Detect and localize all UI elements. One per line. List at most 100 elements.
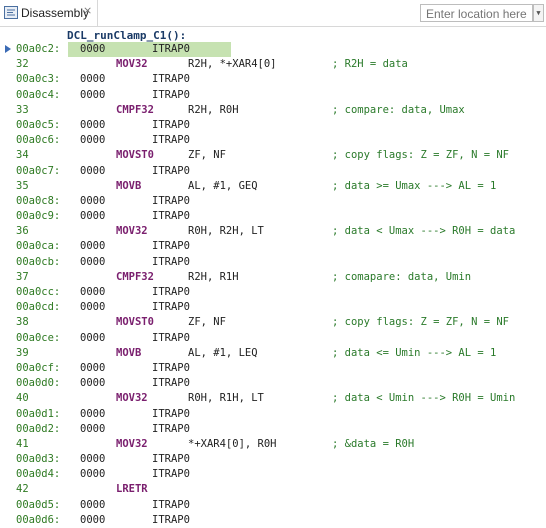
instruction-text: ITRAP0 xyxy=(152,134,190,147)
source-line-number: 33 xyxy=(16,103,29,116)
opcode-value: 0000 xyxy=(80,513,106,526)
operands-text: R2H, R0H xyxy=(188,103,239,116)
mnemonic-text: MOV32 xyxy=(116,437,148,450)
operands-text: AL, #1, GEQ xyxy=(188,179,258,192)
source-line-number: 37 xyxy=(16,270,29,283)
source-line-row[interactable]: 41 MOV32 *+XAR4[0], R0H ; &data = R0H xyxy=(0,437,546,452)
disassembly-row[interactable]: 00a0c5: 0000 ITRAP0 xyxy=(0,118,546,133)
source-line-row[interactable]: 32 MOV32 R2H, *+XAR4[0] ; R2H = data xyxy=(0,57,546,72)
opcode-value: 0000 xyxy=(80,240,106,253)
operands-text: AL, #1, LEQ xyxy=(188,346,258,359)
disassembly-row[interactable]: 00a0c6: 0000 ITRAP0 xyxy=(0,133,546,148)
disassembly-row[interactable]: 00a0d6: 0000 ITRAP0 xyxy=(0,513,546,528)
instruction-text: ITRAP0 xyxy=(152,73,190,86)
source-line-number: 41 xyxy=(16,437,29,450)
disassembly-row[interactable]: 00a0d2: 0000 ITRAP0 xyxy=(0,422,546,437)
address-label: 00a0d3: xyxy=(16,453,61,466)
source-line-row[interactable]: 33 CMPF32 R2H, R0H ; compare: data, Umax xyxy=(0,103,546,118)
disassembly-row[interactable]: 00a0d0: 0000 ITRAP0 xyxy=(0,376,546,391)
instruction-text: ITRAP0 xyxy=(152,361,190,374)
instruction-text: ITRAP0 xyxy=(152,164,190,177)
mnemonic-text: MOVB xyxy=(116,179,142,192)
source-line-row[interactable]: 34 MOVST0 ZF, NF ; copy flags: Z = ZF, N = … xyxy=(0,148,546,163)
operands-text: R0H, R1H, LT xyxy=(188,392,264,405)
comment-text: ; data < Umax ---> R0H = data xyxy=(332,225,516,238)
instruction-text: ITRAP0 xyxy=(152,377,190,390)
instruction-text: ITRAP0 xyxy=(152,301,190,314)
source-line-row[interactable]: 37 CMPF32 R2H, R1H ; comapare: data, Umin xyxy=(0,270,546,285)
disassembly-row[interactable]: 00a0c3: 0000 ITRAP0 xyxy=(0,72,546,87)
source-line-number: 32 xyxy=(16,58,29,71)
opcode-value: 0000 xyxy=(80,134,106,147)
disassembly-row[interactable]: 00a0c9: 0000 ITRAP0 xyxy=(0,209,546,224)
instruction-text: ITRAP0 xyxy=(152,513,190,526)
operands-text: R0H, R2H, LT xyxy=(188,225,264,238)
disassembly-row[interactable]: 00a0d3: 0000 ITRAP0 xyxy=(0,452,546,467)
instruction-text: ITRAP0 xyxy=(152,255,190,268)
opcode-value: 0000 xyxy=(80,164,106,177)
opcode-value: 0000 xyxy=(80,286,106,298)
source-line-row[interactable]: 40 MOV32 R0H, R1H, LT ; data < Umin ---> R0… xyxy=(0,391,546,406)
operands-text: ZF, NF xyxy=(188,316,226,329)
opcode-value: 0000 xyxy=(80,361,106,374)
disassembly-row[interactable]: 00a0d5: 0000 ITRAP0 xyxy=(0,498,546,513)
instruction-text: ITRAP0 xyxy=(152,210,190,223)
location-dropdown-button[interactable]: ▼ xyxy=(533,4,544,22)
close-icon[interactable]: ⨯ xyxy=(83,4,92,17)
disassembly-row[interactable]: 00a0c2: 0000 ITRAP0 xyxy=(0,42,546,57)
disassembly-row[interactable]: 00a0cd: 0000 ITRAP0 xyxy=(0,300,546,315)
address-label: 00a0c4: xyxy=(16,88,61,101)
source-line-row[interactable]: 39 MOVB AL, #1, LEQ ; data <= Umin ---> AL … xyxy=(0,346,546,361)
source-line-row[interactable]: 35 MOVB AL, #1, GEQ ; data >= Umax ---> AL … xyxy=(0,179,546,194)
disassembly-row[interactable]: 00a0cb: 0000 ITRAP0 xyxy=(0,255,546,270)
source-line-row[interactable]: 38 MOVST0 ZF, NF ; copy flags: Z = ZF, N = … xyxy=(0,315,546,330)
address-label: 00a0cd: xyxy=(16,301,61,314)
address-label: 00a0c5: xyxy=(16,118,61,131)
address-label: 00a0d1: xyxy=(16,407,61,420)
disassembly-row[interactable]: 00a0c7: 0000 ITRAP0 xyxy=(0,164,546,179)
comment-text: ; compare: data, Umax xyxy=(332,103,465,116)
program-counter-arrow-icon xyxy=(5,45,11,53)
address-label: 00a0ca: xyxy=(16,240,61,253)
address-label: 00a0c6: xyxy=(16,134,61,147)
disassembly-row[interactable]: 00a0c4: 0000 ITRAP0 xyxy=(0,88,546,103)
opcode-value: 0000 xyxy=(80,118,106,131)
source-line-number: 38 xyxy=(16,316,29,329)
opcode-value: 0000 xyxy=(80,331,106,344)
disassembly-row[interactable]: 00a0d1: 0000 ITRAP0 xyxy=(0,407,546,422)
location-input[interactable] xyxy=(420,4,533,22)
instruction-text: ITRAP0 xyxy=(152,498,190,511)
disassembly-row[interactable]: 00a0cf: 0000 ITRAP0 xyxy=(0,361,546,376)
disassembly-row[interactable]: 00a0c8: 0000 ITRAP0 xyxy=(0,194,546,209)
source-line-row[interactable]: 36 MOV32 R0H, R2H, LT ; data < Umax ---> R0… xyxy=(0,224,546,239)
operands-text: R2H, R1H xyxy=(188,270,239,283)
comment-text: ; data >= Umax ---> AL = 1 xyxy=(332,179,497,192)
address-label: 00a0d6: xyxy=(16,513,61,526)
tab-label: Disassembly xyxy=(21,6,90,20)
opcode-value: 0000 xyxy=(80,210,106,223)
address-label: 00a0c7: xyxy=(16,164,61,177)
disassembly-row[interactable]: 00a0ca: 0000 ITRAP0 xyxy=(0,239,546,254)
opcode-value: 0000 xyxy=(80,194,106,207)
comment-text: ; &data = R0H xyxy=(332,437,415,450)
tab-disassembly[interactable]: Disassembly ⨯ xyxy=(0,0,98,26)
source-line-number: 35 xyxy=(16,179,29,192)
mnemonic-text: MOVB xyxy=(116,346,142,359)
source-line-row[interactable]: 42 LRETR xyxy=(0,482,546,497)
disassembly-row[interactable]: 00a0cc: 0000 ITRAP0 xyxy=(0,285,546,300)
address-label: 00a0d2: xyxy=(16,422,61,435)
instruction-text: ITRAP0 xyxy=(152,286,190,298)
instruction-text: ITRAP0 xyxy=(152,453,190,466)
function-label: DCL_runClamp_C1(): xyxy=(67,29,187,42)
mnemonic-text: CMPF32 xyxy=(116,270,154,283)
operands-text: ZF, NF xyxy=(188,149,226,162)
mnemonic-text: MOVST0 xyxy=(116,149,154,162)
opcode-value: 0000 xyxy=(80,255,106,268)
disassembly-row[interactable]: 00a0ce: 0000 ITRAP0 xyxy=(0,331,546,346)
address-label: 00a0d5: xyxy=(16,498,61,511)
instruction-text: ITRAP0 xyxy=(152,240,190,253)
opcode-value: 0000 xyxy=(80,453,106,466)
instruction-text: ITRAP0 xyxy=(152,118,190,131)
disassembly-listing[interactable]: 00a0c2: 0000 ITRAP0 32 MOV32 R2H, *+XAR4[0] ; … xyxy=(0,42,546,528)
disassembly-row[interactable]: 00a0d4: 0000 ITRAP0 xyxy=(0,467,546,482)
